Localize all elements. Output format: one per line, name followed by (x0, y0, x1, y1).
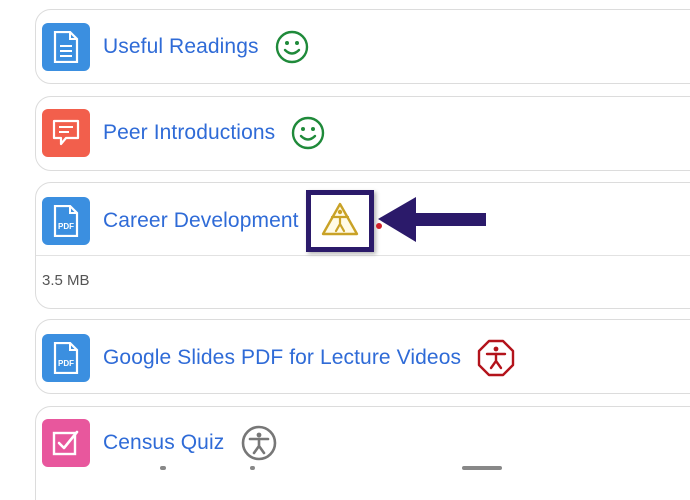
cutoff-text-fragment (250, 466, 255, 470)
item-title-link[interactable]: Census Quiz (103, 431, 224, 455)
list-item-peer-introductions[interactable]: Peer Introductions (35, 96, 690, 171)
item-title-link[interactable]: Google Slides PDF for Lecture Videos (103, 346, 461, 370)
pdf-icon: PDF (42, 334, 90, 382)
accessibility-neutral-icon[interactable] (240, 424, 278, 462)
cutoff-text-fragment (462, 466, 502, 470)
item-title-link[interactable]: Useful Readings (103, 35, 259, 59)
annotation-highlight-box (306, 190, 374, 252)
annotation-arrow-icon (376, 197, 486, 242)
item-title-link[interactable]: Peer Introductions (103, 121, 275, 145)
list-item-useful-readings[interactable]: Useful Readings (35, 9, 690, 84)
discussion-icon (42, 109, 90, 157)
accessibility-warning-icon[interactable] (320, 201, 360, 242)
divider (36, 255, 690, 256)
pdf-icon-label: PDF (58, 359, 74, 368)
item-title-link[interactable]: Career Development (103, 209, 299, 233)
pdf-icon: PDF (42, 197, 90, 245)
accessibility-alert-icon[interactable] (477, 339, 515, 377)
smiley-icon[interactable] (275, 30, 309, 64)
file-size: 3.5 MB (42, 272, 90, 289)
content-list: Useful Readings Peer Introductions PDF C… (0, 0, 690, 500)
quiz-checkbox-icon (42, 419, 90, 467)
cutoff-text-fragment (160, 466, 166, 470)
list-item-census-quiz[interactable]: Census Quiz (35, 406, 690, 500)
list-item-google-slides-pdf[interactable]: PDF Google Slides PDF for Lecture Videos (35, 319, 690, 394)
document-icon (42, 23, 90, 71)
pdf-icon-label: PDF (58, 222, 74, 231)
smiley-icon[interactable] (291, 116, 325, 150)
